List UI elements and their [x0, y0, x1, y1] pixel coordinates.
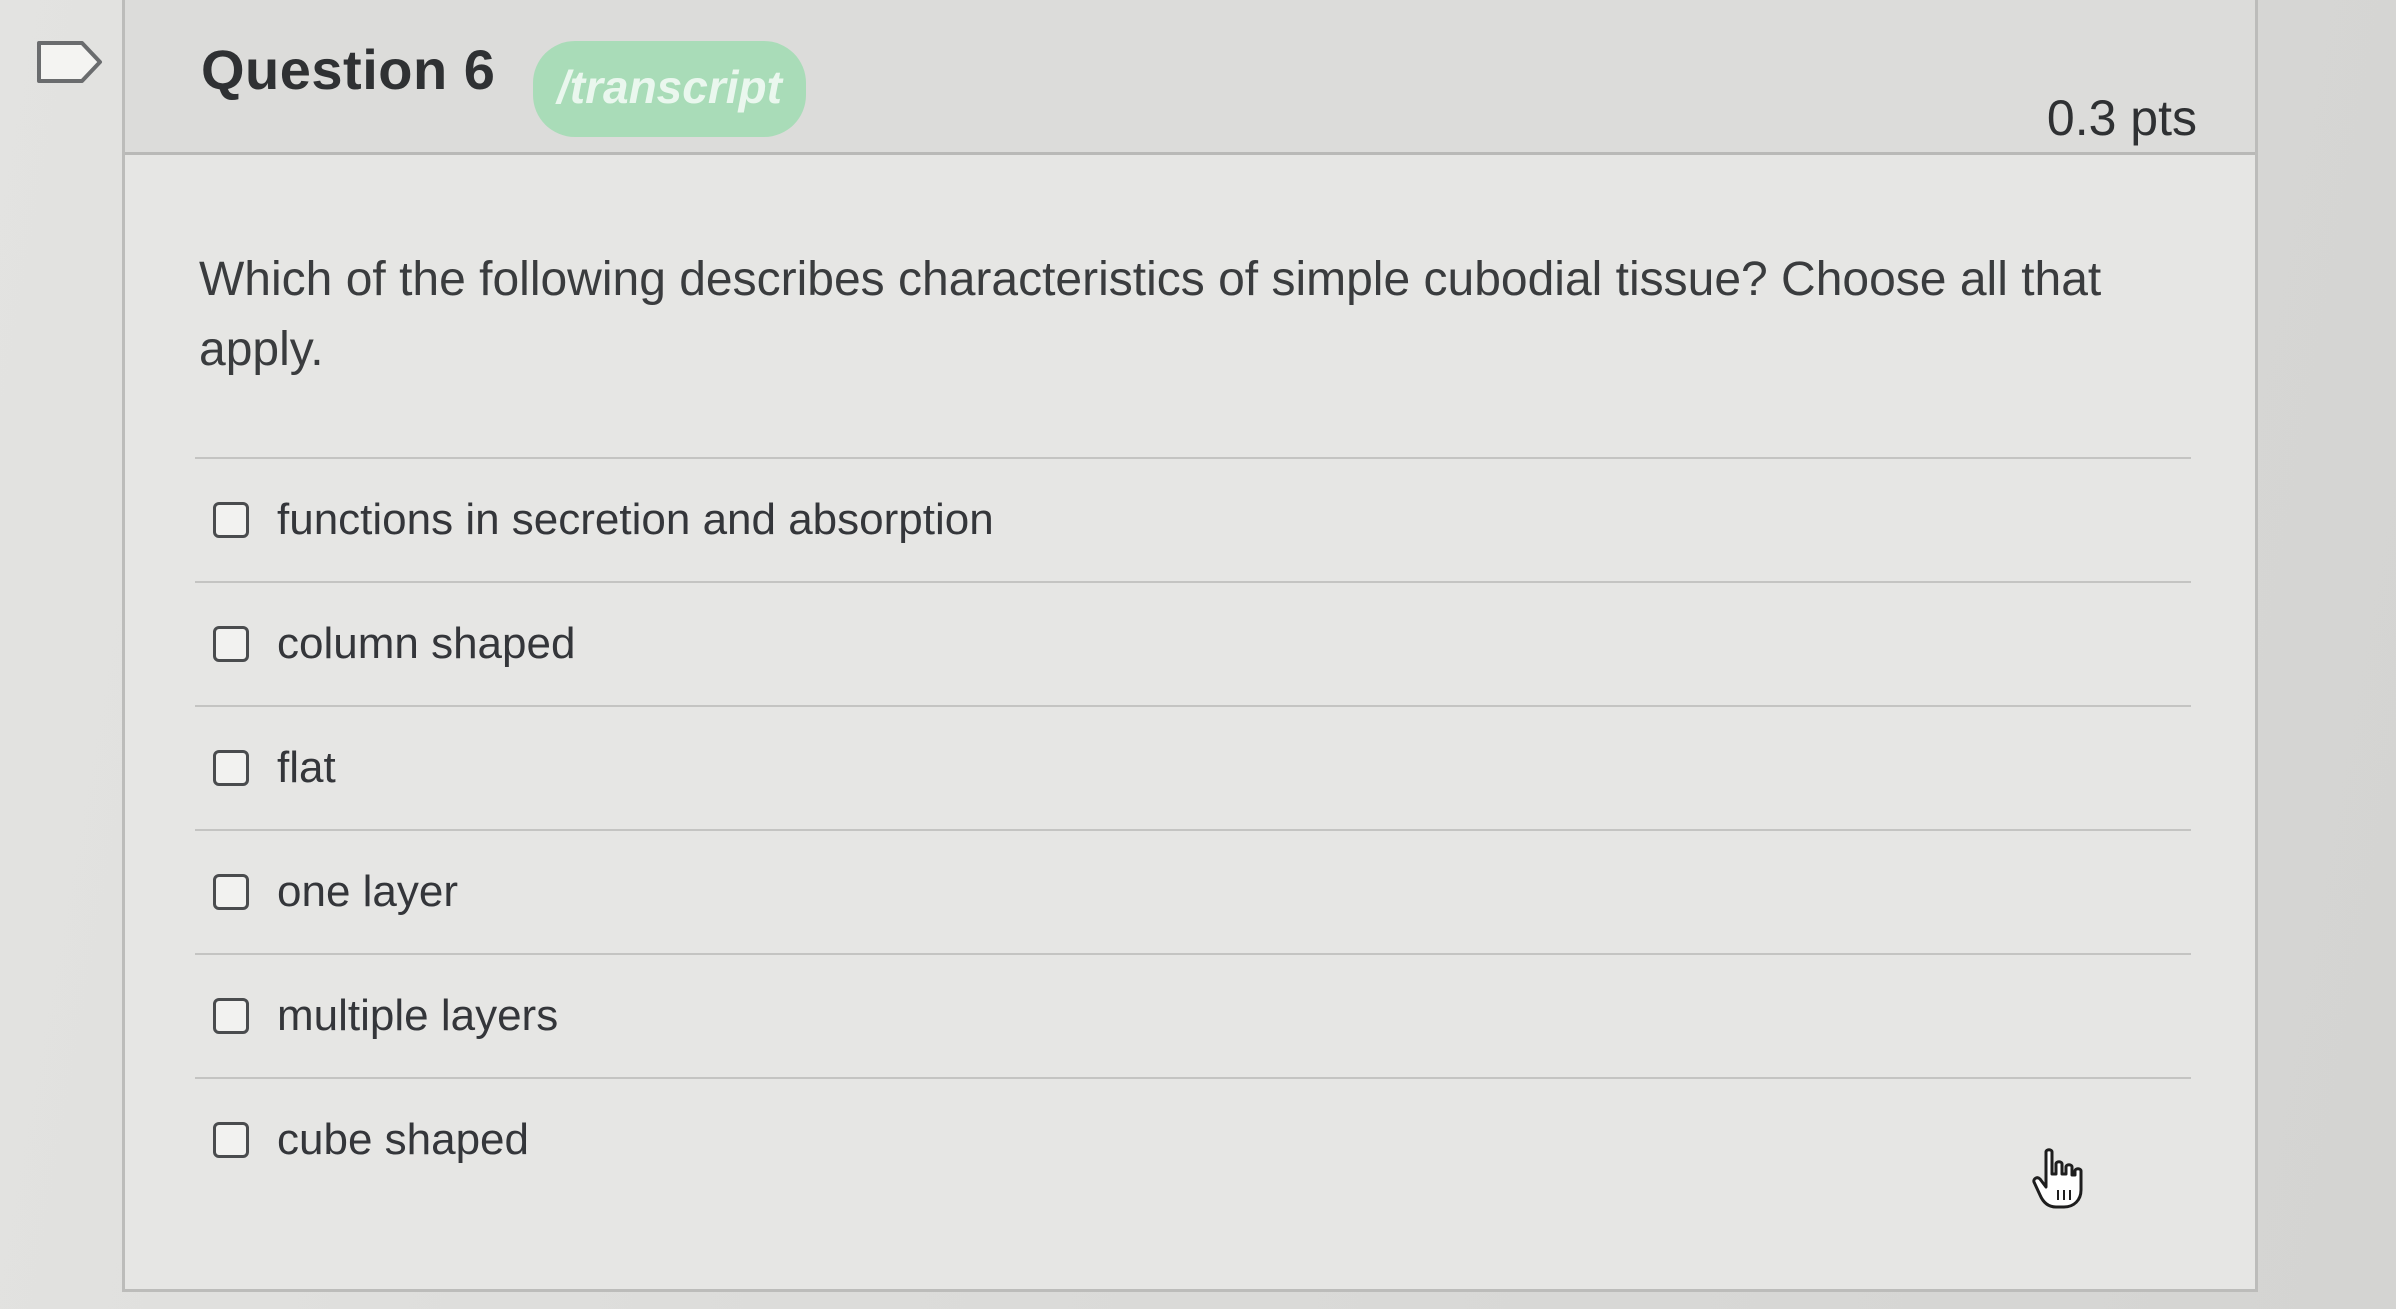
answer-option[interactable]: flat — [195, 707, 2191, 831]
answer-checkbox[interactable] — [213, 874, 249, 910]
quiz-page: Question 6 /transcript 0.3 pts Which of … — [0, 0, 2396, 1309]
question-card: Question 6 /transcript 0.3 pts Which of … — [122, 0, 2258, 1292]
question-title: Question 6 — [201, 38, 496, 101]
answer-label: flat — [277, 743, 336, 792]
answer-label: column shaped — [277, 619, 576, 668]
answer-checkbox[interactable] — [213, 502, 249, 538]
answer-checkbox[interactable] — [213, 750, 249, 786]
answer-list: functions in secretion and absorption co… — [195, 457, 2191, 1201]
answer-checkbox[interactable] — [213, 1122, 249, 1158]
flag-question-icon[interactable] — [36, 40, 104, 84]
answer-option[interactable]: functions in secretion and absorption — [195, 459, 2191, 583]
answer-checkbox[interactable] — [213, 998, 249, 1034]
answer-checkbox[interactable] — [213, 626, 249, 662]
answer-label: cube shaped — [277, 1115, 529, 1164]
question-header: Question 6 /transcript 0.3 pts — [125, 0, 2255, 155]
hand-pointer-icon — [2032, 1148, 2083, 1209]
answer-option[interactable]: one layer — [195, 831, 2191, 955]
question-text: Which of the following describes charact… — [199, 253, 2102, 376]
answer-option[interactable]: column shaped — [195, 583, 2191, 707]
answer-label: multiple layers — [277, 991, 559, 1040]
answer-label: functions in secretion and absorption — [277, 495, 994, 544]
answer-option[interactable]: cube shaped — [195, 1079, 2191, 1201]
answer-option[interactable]: multiple layers — [195, 955, 2191, 1079]
transcript-badge[interactable]: /transcript — [533, 41, 806, 137]
question-points: 0.3 pts — [2046, 90, 2197, 146]
answer-label: one layer — [277, 867, 459, 916]
